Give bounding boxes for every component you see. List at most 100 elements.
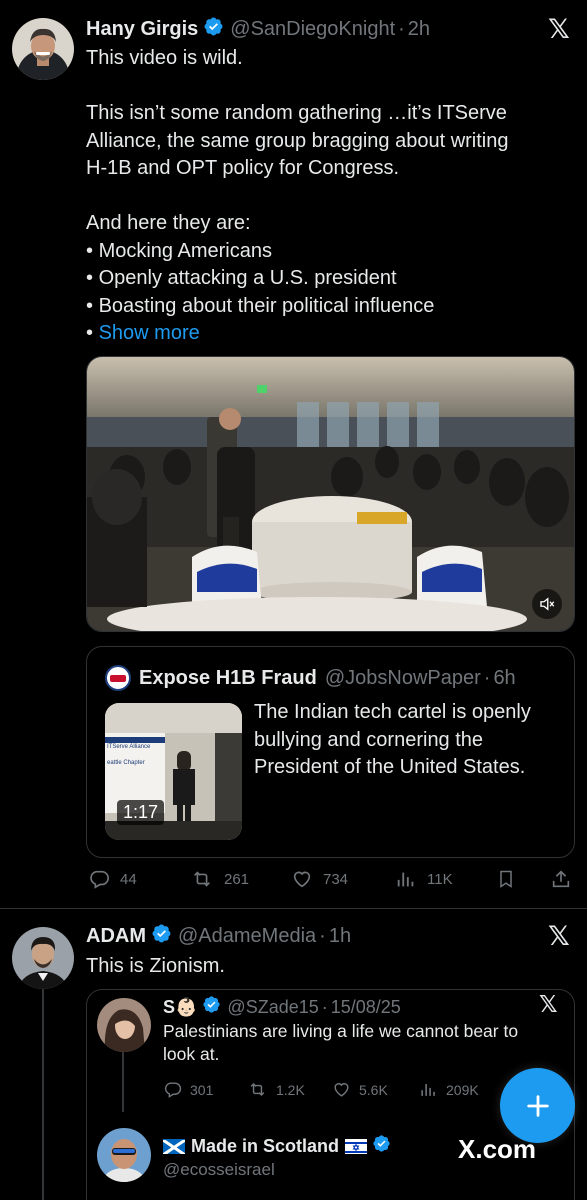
repost-count: 1.2K [276,1081,305,1098]
repost-button[interactable]: 261 [190,868,249,890]
share-button[interactable] [550,868,572,890]
bullet-marker: • [86,267,94,289]
quote-header: S👶🏻 @SZade15 · 15/08/25 [163,994,401,1020]
bullet-marker: • [86,239,94,262]
like-count: 5.6K [359,1081,388,1098]
reply-count: 44 [120,870,137,888]
mute-icon [540,597,555,611]
author-handle[interactable]: @SanDiegoKnight [230,18,395,41]
bullet-marker: • [86,294,94,317]
quote-thread-line [122,1052,124,1112]
plus-icon [526,1094,549,1117]
tweet-1[interactable]: Hany Girgis @SanDiegoKnight · 2h 𝕏 This … [0,0,587,908]
bullet-item: • Show more [86,320,576,348]
like-count: 734 [323,870,349,888]
author-name[interactable]: ADAM [86,925,146,948]
israel-flag-icon [345,1138,368,1154]
x-logo-icon[interactable]: 𝕏 [539,992,558,1018]
sign-line: eattle Chapter [107,760,145,766]
repost-button[interactable]: 1.2K [247,1080,305,1099]
text-line: President of the United States. [254,756,526,778]
bullet-item: • Boasting about their political influen… [86,293,576,321]
views-button[interactable]: 209K [419,1080,479,1099]
bookmark-button[interactable] [496,868,516,890]
quote-handle[interactable]: @JobsNowPaper [325,667,481,690]
like-button[interactable]: 734 [291,868,348,890]
quote-handle[interactable]: @SZade15 [227,997,318,1018]
verified-badge-icon [151,923,172,950]
text-line: This video is wild. [86,47,243,69]
share-icon [552,870,570,888]
reply-button[interactable]: 301 [163,1080,213,1099]
repost-icon [194,871,210,887]
mute-button[interactable] [532,589,562,619]
author-avatar[interactable] [12,927,74,989]
like-button[interactable]: 5.6K [332,1080,388,1099]
quoted-tweet[interactable]: Expose H1B Fraud @JobsNowPaper · 6h ITSe… [86,646,575,858]
bullet-item: • Openly attacking a U.S. president [86,265,576,293]
views-count: 209K [446,1081,479,1098]
x-logo-icon[interactable]: 𝕏 [548,14,570,45]
bullet-text: Mocking Americans [98,239,272,262]
quote-avatar[interactable] [105,665,131,691]
text-line: Palestinians are living a life we cannot… [163,1021,519,1041]
like-icon [293,871,311,888]
x-logo-icon[interactable]: 𝕏 [548,921,570,952]
repost-count: 261 [224,870,250,888]
separator-dot: · [321,996,328,1017]
verified-badge-icon [372,1134,391,1158]
bullet-text: Boasting about their political influence [98,294,435,317]
reply-author-avatar[interactable] [97,1128,151,1182]
verified-badge-icon [202,995,221,1019]
repost-icon [250,1082,265,1097]
quote-time[interactable]: 6h [493,667,515,690]
quote-author-avatar[interactable] [97,998,151,1052]
video-duration-badge: 1:17 [117,800,165,825]
bullet-text: Openly attacking a U.S. president [98,267,397,289]
text-line: Alliance, the same group bragging about … [86,129,509,152]
like-icon [334,1083,349,1097]
tweet-header: ADAM @AdameMedia · 1h [86,921,351,951]
reply-button[interactable]: 44 [88,868,137,890]
sign-line: ITServe Alliance [107,744,151,750]
video-frame [87,357,574,631]
separator-dot: · [398,17,405,40]
separator-dot: · [483,666,491,689]
tweet-time[interactable]: 2h [408,18,430,41]
video-player[interactable] [86,356,575,632]
quote-video-thumbnail[interactable]: ITServe Alliance eattle Chapter 1:17 [105,703,242,840]
quote-author-name[interactable]: S👶🏻 [163,997,197,1018]
compose-button[interactable] [500,1068,575,1143]
bullet-marker: • [86,322,94,344]
views-count: 11K [427,870,453,888]
author-name[interactable]: Hany Girgis [86,18,198,41]
text-line: The Indian tech cartel is openly [254,701,531,723]
quote-text: Palestinians are living a life we cannot… [163,1020,563,1066]
bullet-item: • Mocking Americans [86,238,576,266]
views-icon [397,872,414,887]
reply-icon [164,1082,182,1098]
thread-line [42,987,44,1200]
tweet-text: This video is wild. This isn’t some rand… [86,45,576,348]
quote-author-name[interactable]: Expose H1B Fraud [139,667,317,690]
text-line: This isn’t some random gathering …it’s I… [86,102,507,124]
tweet-header: Hany Girgis @SanDiegoKnight · 2h [86,14,430,44]
author-avatar[interactable] [12,18,74,80]
text-line: H-1B and OPT policy for Congress. [86,157,400,179]
reply-icon [90,870,109,889]
verified-badge-icon [203,16,224,43]
text-line: And here they are: [86,212,251,234]
author-handle[interactable]: @AdameMedia [178,925,316,948]
reply-count: 301 [190,1081,214,1098]
quote-header: Expose H1B Fraud @JobsNowPaper · 6h [105,665,516,691]
views-button[interactable]: 11K [395,868,453,890]
tweet-time[interactable]: 1h [329,925,351,948]
show-more-link[interactable]: Show more [99,322,200,344]
quote-date[interactable]: 15/08/25 [331,997,401,1018]
views-icon [421,1083,435,1096]
separator-dot: · [319,924,326,947]
thumbnail-sign-text: ITServe Alliance eattle Chapter [107,743,150,767]
reply-author-handle[interactable]: @ecosseisrael [163,1160,275,1180]
reply-author-name[interactable]: Made in Scotland [191,1136,339,1157]
bookmark-icon [500,870,512,888]
